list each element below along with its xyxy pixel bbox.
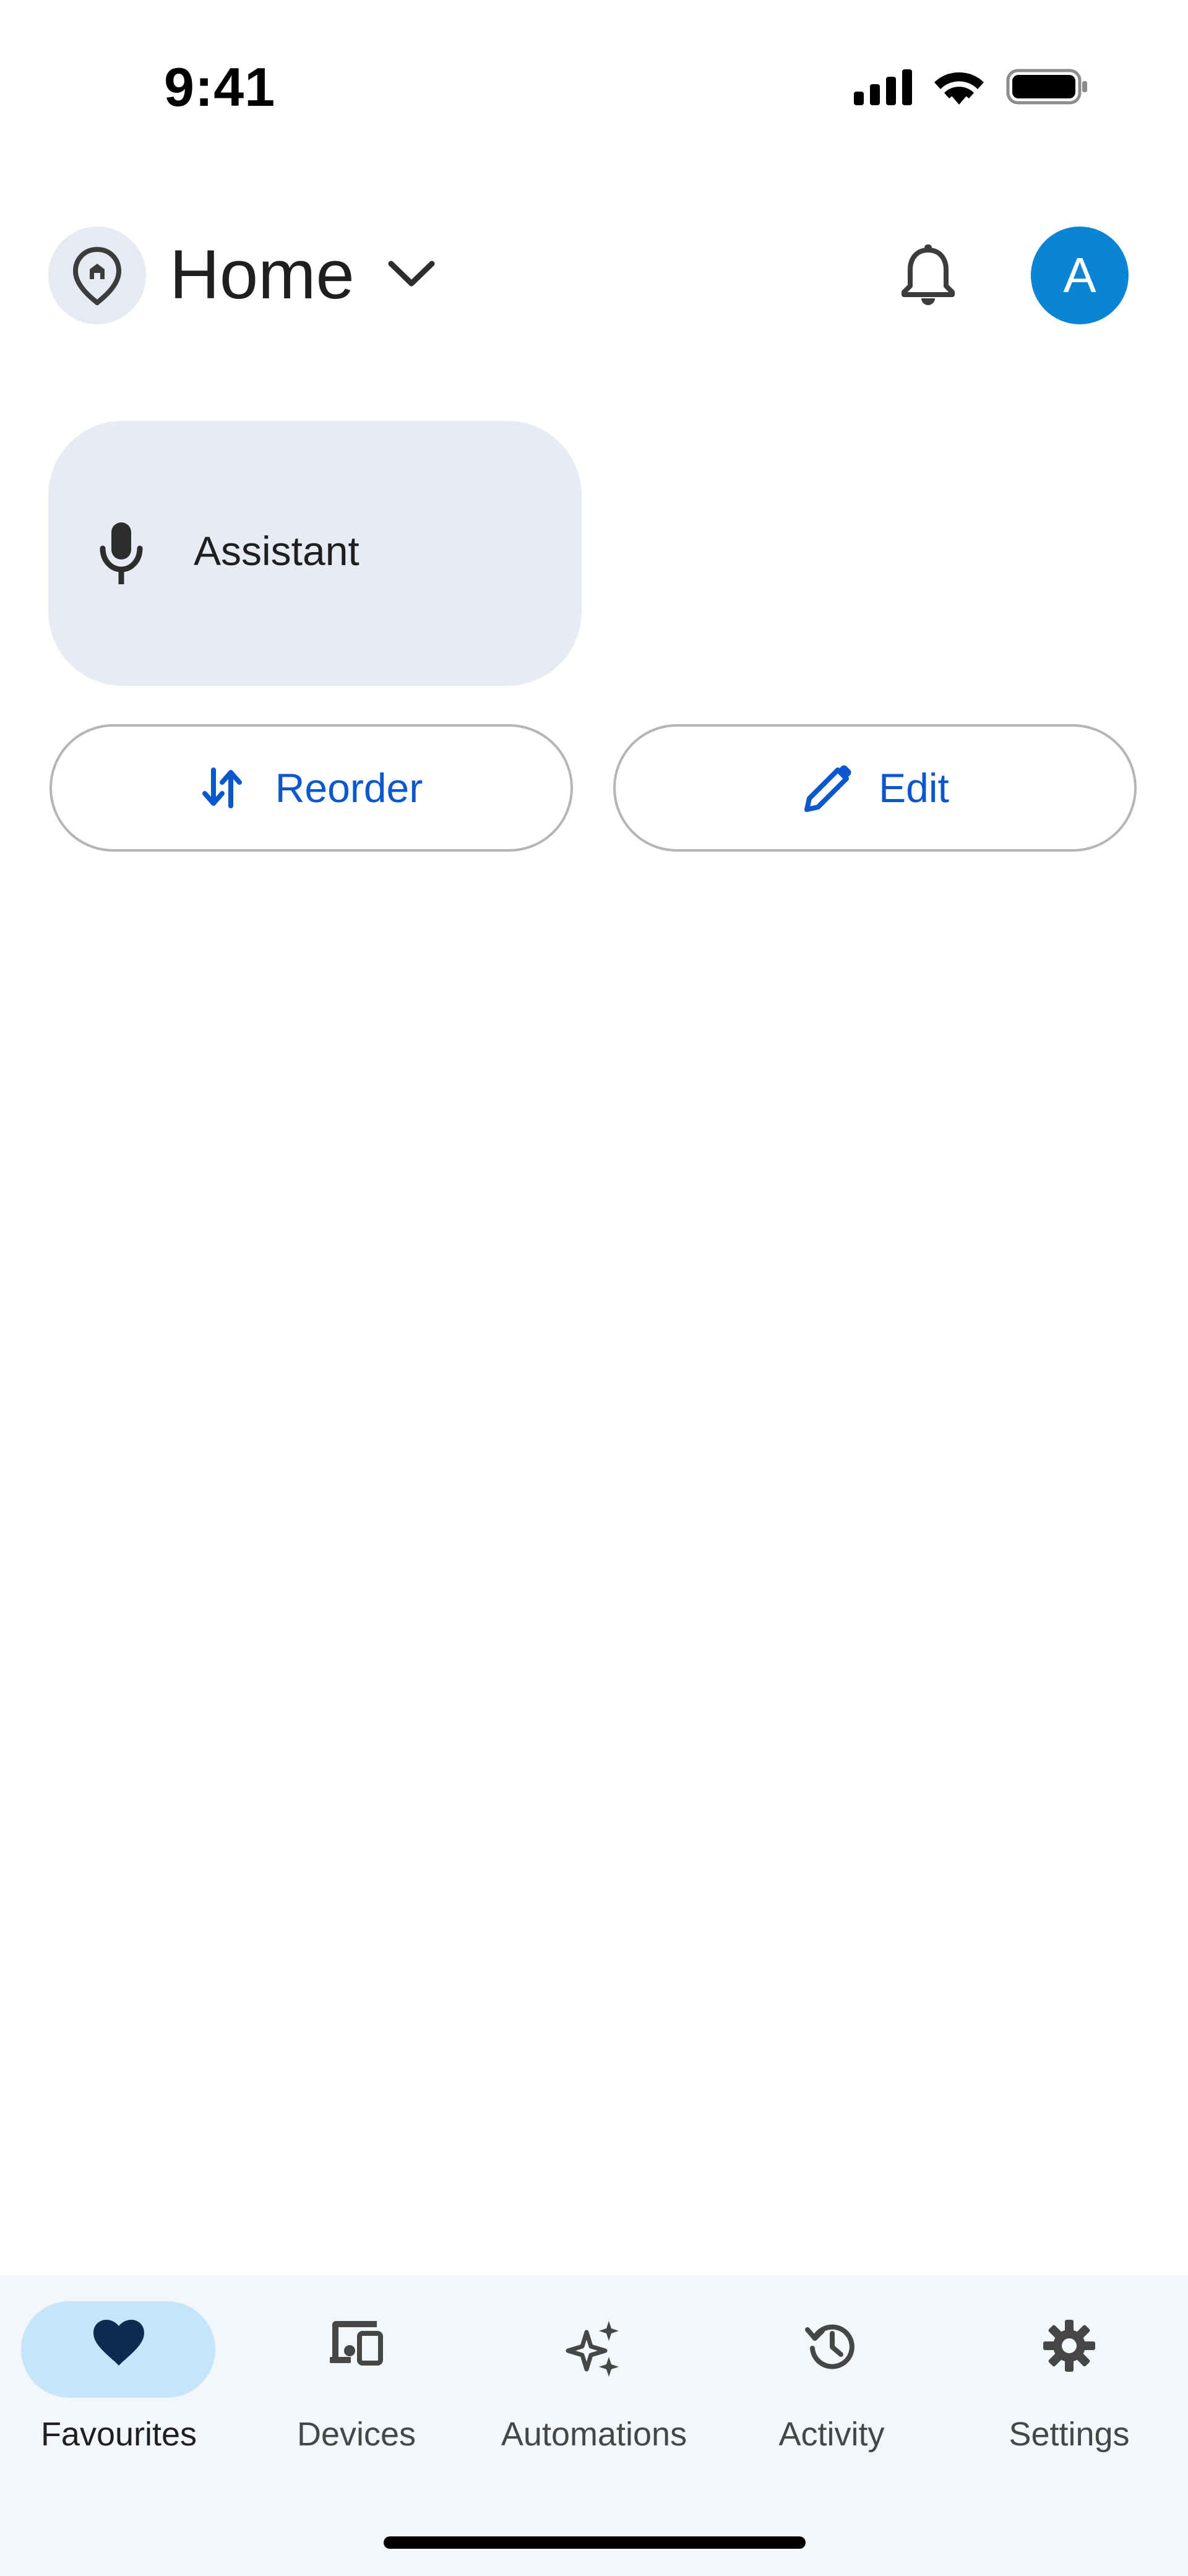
- history-icon: [805, 2324, 854, 2369]
- gear-icon: [1043, 2320, 1095, 2372]
- nav-item-devices[interactable]: Devices: [238, 2275, 475, 2486]
- devices-icon: [330, 2321, 383, 2366]
- battery-icon: [1006, 69, 1087, 105]
- nav-item-automations[interactable]: Automations: [475, 2275, 713, 2486]
- nav-item-favourites[interactable]: Favourites: [0, 2275, 238, 2486]
- heart-icon: [93, 2320, 144, 2366]
- home-indicator: [384, 2536, 806, 2549]
- microphone-icon: [100, 522, 143, 584]
- reorder-label: Reorder: [275, 765, 423, 811]
- nav-label-settings: Settings: [1009, 2416, 1130, 2453]
- nav-item-settings[interactable]: Settings: [950, 2275, 1188, 2486]
- home-location-button[interactable]: [48, 227, 146, 324]
- edit-label: Edit: [879, 765, 949, 811]
- nav-item-activity[interactable]: Activity: [713, 2275, 950, 2486]
- assistant-button[interactable]: Assistant: [48, 421, 582, 686]
- header: Home A: [0, 223, 1188, 328]
- nav-label-devices: Devices: [296, 2416, 416, 2453]
- nav-label-automations: Automations: [501, 2416, 687, 2453]
- chevron-down-icon[interactable]: [384, 255, 439, 292]
- sparkle-icon: [566, 2321, 619, 2377]
- avatar[interactable]: A: [1031, 227, 1129, 324]
- reorder-button[interactable]: Reorder: [50, 724, 573, 852]
- bell-icon[interactable]: [894, 241, 962, 309]
- status-icons: [854, 62, 1089, 111]
- status-bar: 9:41: [0, 0, 1188, 173]
- edit-button[interactable]: Edit: [613, 724, 1137, 852]
- home-title[interactable]: Home: [170, 238, 355, 312]
- status-time: 9:41: [164, 56, 276, 118]
- reorder-icon: [202, 767, 242, 808]
- nav-label-favourites: Favourites: [40, 2416, 197, 2453]
- nav-label-activity: Activity: [778, 2416, 885, 2453]
- pencil-icon: [804, 765, 851, 812]
- bottom-nav: Favourites Devices Automations Activity …: [0, 2275, 1188, 2576]
- assistant-label: Assistant: [194, 528, 359, 574]
- signal-icon: [854, 68, 912, 105]
- wifi-icon: [934, 72, 984, 105]
- home-pin-icon: [72, 246, 122, 305]
